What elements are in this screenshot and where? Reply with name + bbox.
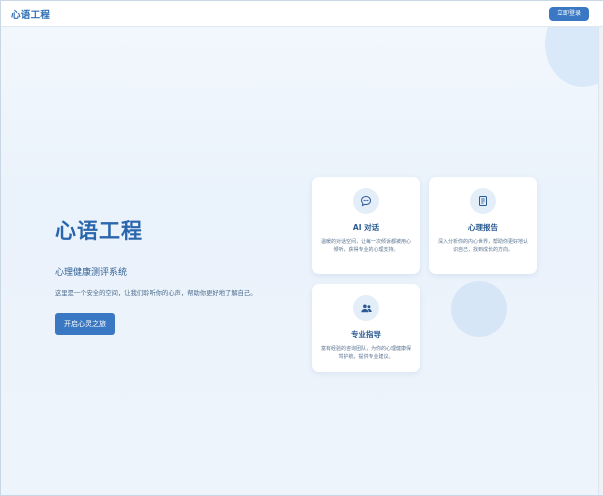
hero-title: 心语工程 <box>55 219 143 243</box>
feature-title: 心理报告 <box>468 223 498 232</box>
feature-description: 深入分析你的内心世界，帮助你更好地认识自己，找到成长的方向。 <box>437 239 528 253</box>
brand-logo-text[interactable]: 心语工程 <box>11 7 50 21</box>
hero-description: 这里是一个安全的空间，让我们聆听你的心声，帮助你更好地了解自己。 <box>55 290 257 297</box>
hero-section: 心语工程 心理健康测评系统 这里是一个安全的空间，让我们聆听你的心声，帮助你更好… <box>55 215 295 335</box>
users-group-icon <box>353 295 379 321</box>
feature-description: 富有经验的咨询团队，为你的心理健康保驾护航，提供专业建议。 <box>320 346 411 360</box>
login-button[interactable]: 立即登录 <box>548 6 589 21</box>
feature-card-ai-chat[interactable]: AI 对话 温暖的对话空间，让每一次倾诉都被用心倾听，获得专业的心理支持。 <box>312 177 420 274</box>
report-document-icon <box>470 188 496 214</box>
start-journey-button[interactable]: 开启心灵之旅 <box>55 313 115 335</box>
top-navigation-bar: 心语工程 立即登录 <box>1 1 603 27</box>
landing-page: 心语工程 立即登录 心语工程 心理健康测评系统 这里是一个安全的空间，让我们聆听… <box>0 0 604 496</box>
vertical-scrollbar[interactable] <box>598 27 603 495</box>
feature-description: 温暖的对话空间，让每一次倾诉都被用心倾听，获得专业的心理支持。 <box>320 239 411 253</box>
hero-subtitle: 心理健康测评系统 <box>55 268 128 278</box>
chat-bubble-icon <box>353 188 379 214</box>
feature-card-guidance[interactable]: 专业指导 富有经验的咨询团队，为你的心理健康保驾护航，提供专业建议。 <box>312 284 420 372</box>
feature-title: 专业指导 <box>351 330 381 339</box>
feature-card-report[interactable]: 心理报告 深入分析你的内心世界，帮助你更好地认识自己，找到成长的方向。 <box>429 177 537 274</box>
decorative-circle-middle <box>451 281 507 337</box>
feature-title: AI 对话 <box>352 223 380 232</box>
